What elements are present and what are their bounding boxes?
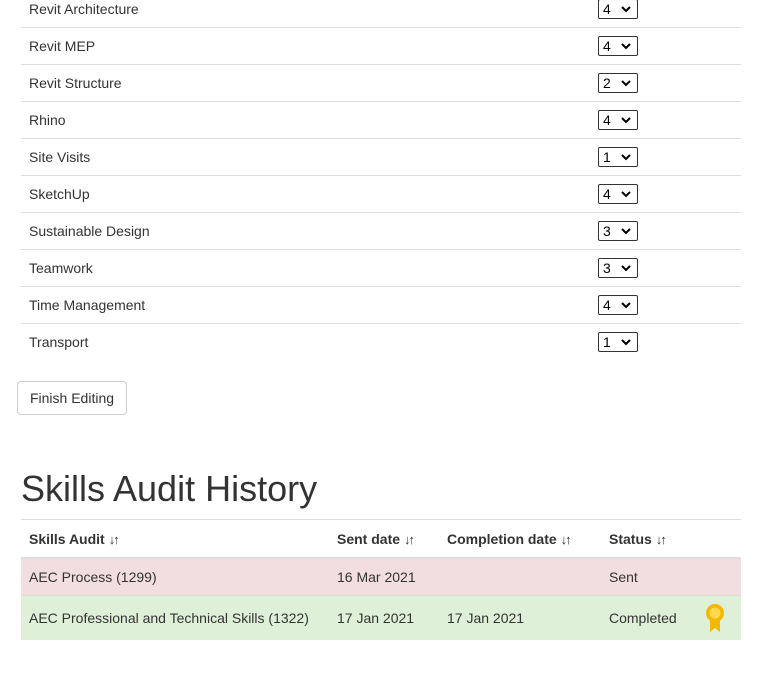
chevron-down-icon (621, 6, 631, 13)
sort-icon[interactable]: ↓↑ (656, 532, 667, 547)
status: Sent (601, 557, 741, 596)
skill-label: Revit Structure (21, 64, 590, 102)
skill-label: SketchUp (21, 175, 590, 213)
page-title: Skills Audit History (21, 468, 318, 509)
award-icon[interactable] (705, 603, 725, 633)
skill-row: Teamwork 3 (21, 249, 741, 287)
sent-date: 17 Jan 2021 (329, 595, 439, 640)
chevron-down-icon (621, 265, 631, 272)
rating-select[interactable]: 2 (598, 73, 638, 93)
column-header-completion-date[interactable]: Completion date ↓↑ (439, 519, 601, 559)
status: Completed (609, 610, 677, 626)
skill-row: SketchUp 4 (21, 175, 741, 213)
skill-row: Time Management 4 (21, 286, 741, 324)
rating-select[interactable]: 1 (598, 332, 638, 352)
skill-label: Revit MEP (21, 27, 590, 65)
skill-label: Sustainable Design (21, 212, 590, 250)
sort-icon[interactable]: ↓↑ (109, 532, 120, 547)
skill-label: Revit Architecture (21, 0, 590, 28)
column-header-skills-audit[interactable]: Skills Audit ↓↑ (21, 519, 329, 559)
skills-audit-history-table: Skills Audit ↓↑ Sent date ↓↑ Completion da… (21, 519, 741, 640)
skill-label: Site Visits (21, 138, 590, 176)
completion-date: 17 Jan 2021 (439, 595, 601, 640)
rating-select[interactable]: 4 (598, 184, 638, 204)
skill-label: Time Management (21, 286, 590, 324)
rating-select[interactable]: 4 (598, 110, 638, 130)
sort-icon[interactable]: ↓↑ (404, 532, 415, 547)
skill-row: Revit Structure 2 (21, 64, 741, 102)
chevron-down-icon (621, 191, 631, 198)
rating-select[interactable]: 4 (598, 36, 638, 56)
chevron-down-icon (621, 339, 631, 346)
skill-label: Rhino (21, 101, 590, 139)
skill-row: Site Visits 1 (21, 138, 741, 176)
rating-select[interactable]: 4 (598, 295, 638, 315)
skill-row: Revit MEP 4 (21, 27, 741, 65)
finish-editing-button[interactable]: Finish Editing (17, 381, 127, 415)
completion-date (439, 557, 601, 596)
skill-row: Revit Architecture 4 (21, 0, 741, 28)
skill-row: Transport 1 (21, 324, 741, 361)
chevron-down-icon (621, 228, 631, 235)
sent-date: 16 Mar 2021 (329, 557, 439, 596)
audit-name: AEC Process (1299) (21, 557, 329, 596)
skill-label: Teamwork (21, 249, 590, 287)
table-header-row: Skills Audit ↓↑ Sent date ↓↑ Completion da… (21, 519, 741, 559)
skills-table: Revit Architecture 4 Revit MEP 4 Revit S… (21, 0, 741, 360)
rating-select[interactable]: 1 (598, 147, 638, 167)
rating-select[interactable]: 3 (598, 221, 638, 241)
rating-select[interactable]: 4 (598, 0, 638, 19)
chevron-down-icon (621, 154, 631, 161)
skill-row: Sustainable Design 3 (21, 212, 741, 250)
rating-select[interactable]: 3 (598, 258, 638, 278)
sort-icon[interactable]: ↓↑ (561, 532, 572, 547)
chevron-down-icon (621, 117, 631, 124)
audit-name: AEC Professional and Technical Skills (1… (21, 595, 329, 640)
chevron-down-icon (621, 43, 631, 50)
table-row[interactable]: AEC Process (1299) 16 Mar 2021 Sent (21, 557, 741, 596)
skill-label: Transport (29, 334, 89, 350)
column-header-sent-date[interactable]: Sent date ↓↑ (329, 519, 439, 559)
table-row[interactable]: AEC Professional and Technical Skills (1… (21, 595, 741, 640)
chevron-down-icon (621, 80, 631, 87)
chevron-down-icon (621, 302, 631, 309)
skill-row: Rhino 4 (21, 101, 741, 139)
column-header-status[interactable]: Status ↓↑ (601, 519, 741, 559)
